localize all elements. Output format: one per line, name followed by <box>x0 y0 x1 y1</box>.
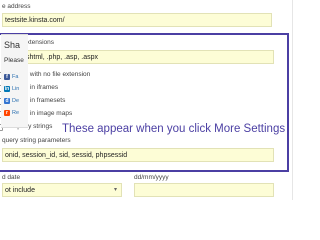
share-please-text: Please <box>4 57 24 64</box>
include-select[interactable]: ot include ▾ <box>2 183 122 197</box>
share-reddit-link[interactable]: Re <box>12 110 19 116</box>
query-params-label: query string parameters <box>2 137 71 144</box>
date-format-label: dd/mm/yyyy <box>134 174 169 181</box>
date-input[interactable] <box>134 183 274 197</box>
share-facebook-link[interactable]: Fa <box>12 74 18 80</box>
linkedin-icon[interactable]: in <box>4 86 10 92</box>
extensions-input[interactable]: .html, .shtml, .php, .asp, .aspx <box>2 50 274 64</box>
chevron-down-icon: ▾ <box>113 187 117 193</box>
delicious-icon[interactable]: d <box>4 98 10 104</box>
share-delicious-link[interactable]: De <box>12 98 19 104</box>
more-settings-annotation: These appear when you click More Setting… <box>60 123 288 135</box>
include-select-value: ot include <box>5 187 35 194</box>
share-linkedin-link[interactable]: Lin <box>12 86 19 92</box>
query-params-input[interactable]: onid, session_id, sid, sessid, phpsessid <box>2 148 274 162</box>
reddit-icon[interactable]: r <box>4 110 10 116</box>
facebook-icon[interactable]: f <box>4 74 10 80</box>
site-url-input[interactable]: testsite.kinsta.com/ <box>2 13 272 27</box>
sidebar <box>292 0 320 200</box>
date-label: d date <box>2 174 21 181</box>
site-url-label: e address <box>2 3 31 10</box>
share-title: Sha <box>4 40 21 50</box>
